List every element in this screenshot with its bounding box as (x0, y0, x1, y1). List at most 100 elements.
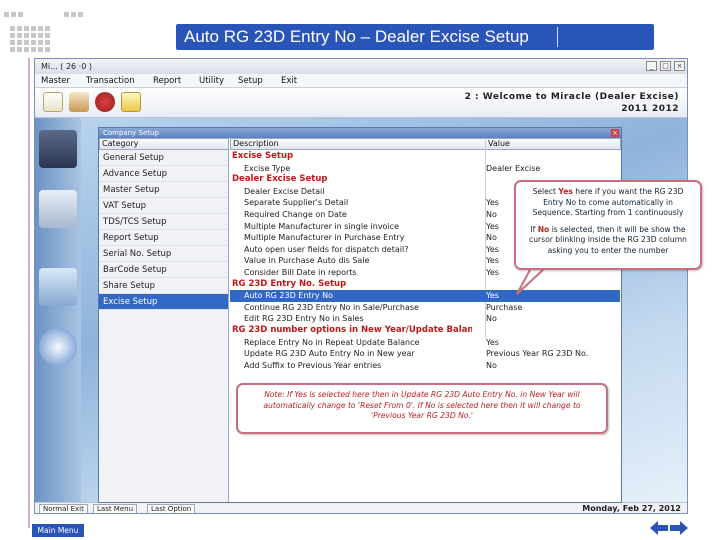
callout-no-pre: If (530, 224, 538, 234)
row-description: Excise Type (244, 163, 291, 173)
edit-note-icon[interactable] (121, 92, 141, 112)
welcome-banner: 2 : Welcome to Miracle (Dealer Excise) 2… (465, 91, 679, 115)
notebook-icon[interactable] (39, 130, 77, 168)
cart-icon[interactable] (69, 92, 89, 112)
section-header: RG 23D number options in New Year/Update… (230, 325, 620, 337)
category-item[interactable]: Excise Setup (99, 294, 228, 310)
row-description: Excise Setup (232, 151, 294, 161)
row-value[interactable]: Yes (486, 337, 499, 349)
callout-no-highlight: No (537, 224, 550, 234)
callout-auto-entry-help: Select Yes here if you want the RG 23D E… (514, 180, 702, 270)
category-item[interactable]: Share Setup (99, 278, 228, 294)
category-item[interactable]: Master Setup (99, 182, 228, 198)
category-list: Category General Setup Advance Setup Maste… (99, 138, 229, 502)
category-item[interactable]: Advance Setup (99, 166, 228, 182)
row-description: Multiple Manufacturer in single invoice (244, 221, 399, 231)
menu-item-exit[interactable]: Exit (281, 74, 297, 88)
window-title: Mi... ( 26 ·0 ) (41, 62, 92, 71)
row-value[interactable]: No (486, 209, 497, 221)
category-column-header[interactable]: Category (99, 138, 229, 150)
row-value[interactable]: Purchase (486, 302, 522, 314)
row-value[interactable]: No (486, 313, 497, 325)
setup-row[interactable]: Excise Type Dealer Excise (230, 163, 620, 175)
main-menu-button[interactable]: Main Menu (32, 524, 84, 537)
setup-row[interactable]: Auto RG 23D Entry No Yes (230, 290, 620, 302)
normal-exit-button[interactable]: Normal Exit (39, 504, 88, 513)
row-value[interactable]: Yes (486, 255, 499, 267)
setup-row[interactable]: Continue RG 23D Entry No in Sale/Purchas… (230, 302, 620, 314)
row-value[interactable]: No (486, 232, 497, 244)
calculator-icon[interactable] (39, 268, 77, 306)
callout-note: Note: If Yes is selected here then in Up… (236, 383, 608, 434)
callout-no-text: If No is selected, then it will be show … (522, 225, 694, 257)
row-description: RG 23D number options in New Year/Update… (232, 325, 472, 335)
category-item[interactable]: General Setup (99, 150, 228, 166)
category-item[interactable]: Report Setup (99, 230, 228, 246)
description-column-header[interactable]: Description (230, 138, 486, 150)
section-header: Excise Setup (230, 151, 620, 163)
row-description: Update RG 23D Auto Entry No in New year (244, 349, 415, 359)
category-item[interactable]: VAT Setup (99, 198, 228, 214)
note-text: Note: If Yes is selected here then in Up… (263, 390, 581, 420)
dialog-titlebar: Company Setup × (99, 128, 621, 138)
row-description: RG 23D Entry No. Setup (232, 278, 347, 289)
slide-title: Auto RG 23D Entry No – Dealer Excise Set… (176, 24, 654, 50)
setup-row[interactable]: Edit RG 23D Entry No in Sales No (230, 313, 620, 325)
decorative-dots-top2 (64, 12, 83, 17)
next-arrow-icon[interactable] (670, 521, 688, 535)
status-bar: Normal Exit Last Menu Last Option Monday… (35, 502, 687, 513)
status-date: Monday, Feb 27, 2012 (582, 504, 681, 513)
window-titlebar: Mi... ( 26 ·0 ) _ □ × (35, 59, 687, 74)
title-separator (557, 27, 558, 47)
row-value[interactable]: Yes (486, 267, 499, 279)
row-description: Required Change on Date (244, 210, 347, 219)
row-description: Dealer Excise Detail (244, 186, 325, 196)
new-document-icon[interactable] (43, 92, 63, 112)
callout-yes-highlight: Yes (558, 187, 573, 196)
previous-arrow-icon[interactable] (650, 521, 668, 535)
row-value[interactable]: Yes (486, 221, 499, 233)
row-description: Consider Bill Date in reports (244, 268, 357, 277)
callout-no-post: is selected, then it will be show the cu… (529, 224, 687, 255)
category-item[interactable]: BarCode Setup (99, 262, 228, 278)
decorative-dots-top (4, 12, 23, 17)
row-description: Edit RG 23D Entry No in Sales (244, 314, 364, 324)
value-column-header[interactable]: Value (485, 138, 621, 150)
last-option-button[interactable]: Last Option (147, 504, 196, 513)
toolbar: 2 : Welcome to Miracle (Dealer Excise) 2… (35, 88, 687, 118)
welcome-text: 2 : Welcome to Miracle (Dealer Excise) (464, 92, 679, 102)
callout-yes-text: Select Yes here if you want the RG 23D E… (522, 187, 694, 219)
email-icon[interactable] (39, 328, 77, 366)
last-menu-button[interactable]: Last Menu (93, 504, 138, 513)
gears-icon[interactable] (39, 190, 77, 228)
maximize-button[interactable]: □ (660, 61, 671, 71)
minimize-button[interactable]: _ (646, 61, 657, 71)
setup-row[interactable]: Replace Entry No in Repeat Update Balanc… (230, 337, 620, 349)
row-value[interactable]: Dealer Excise (486, 163, 540, 175)
row-value[interactable]: No (486, 360, 497, 372)
dialog-close-button[interactable]: × (611, 129, 619, 137)
menu-item-master[interactable]: Master (41, 74, 70, 88)
menu-item-transaction[interactable]: Transaction (86, 74, 135, 88)
menu-item-utility[interactable]: Utility (199, 74, 224, 88)
row-description: Value in Purchase Auto dis Sale (244, 256, 370, 266)
row-description: Separate Supplier's Detail (244, 198, 349, 208)
row-value[interactable]: Yes (486, 290, 499, 302)
category-item[interactable]: Serial No. Setup (99, 246, 228, 262)
window-close-button[interactable]: × (674, 61, 685, 71)
decorative-dots-left (10, 26, 50, 52)
row-value[interactable]: Previous Year RG 23D No. (486, 348, 588, 360)
menu-item-report[interactable]: Report (153, 74, 181, 88)
financial-year: 2011 2012 (621, 104, 679, 114)
money-bag-icon[interactable] (95, 92, 115, 112)
row-description: Continue RG 23D Entry No in Sale/Purchas… (244, 302, 419, 312)
setup-row[interactable]: Update RG 23D Auto Entry No in New year P… (230, 348, 620, 360)
menu-item-setup[interactable]: Setup (238, 74, 263, 88)
row-description: Dealer Excise Setup (232, 174, 328, 185)
setup-row[interactable]: Add Suffix to Previous Year entries No (230, 360, 620, 372)
row-value[interactable]: Yes (486, 197, 499, 209)
row-description: Auto open user fields for dispatch detai… (244, 244, 409, 254)
row-value[interactable]: Yes (486, 244, 499, 256)
category-item[interactable]: TDS/TCS Setup (99, 214, 228, 230)
row-description: Auto RG 23D Entry No (244, 291, 334, 301)
